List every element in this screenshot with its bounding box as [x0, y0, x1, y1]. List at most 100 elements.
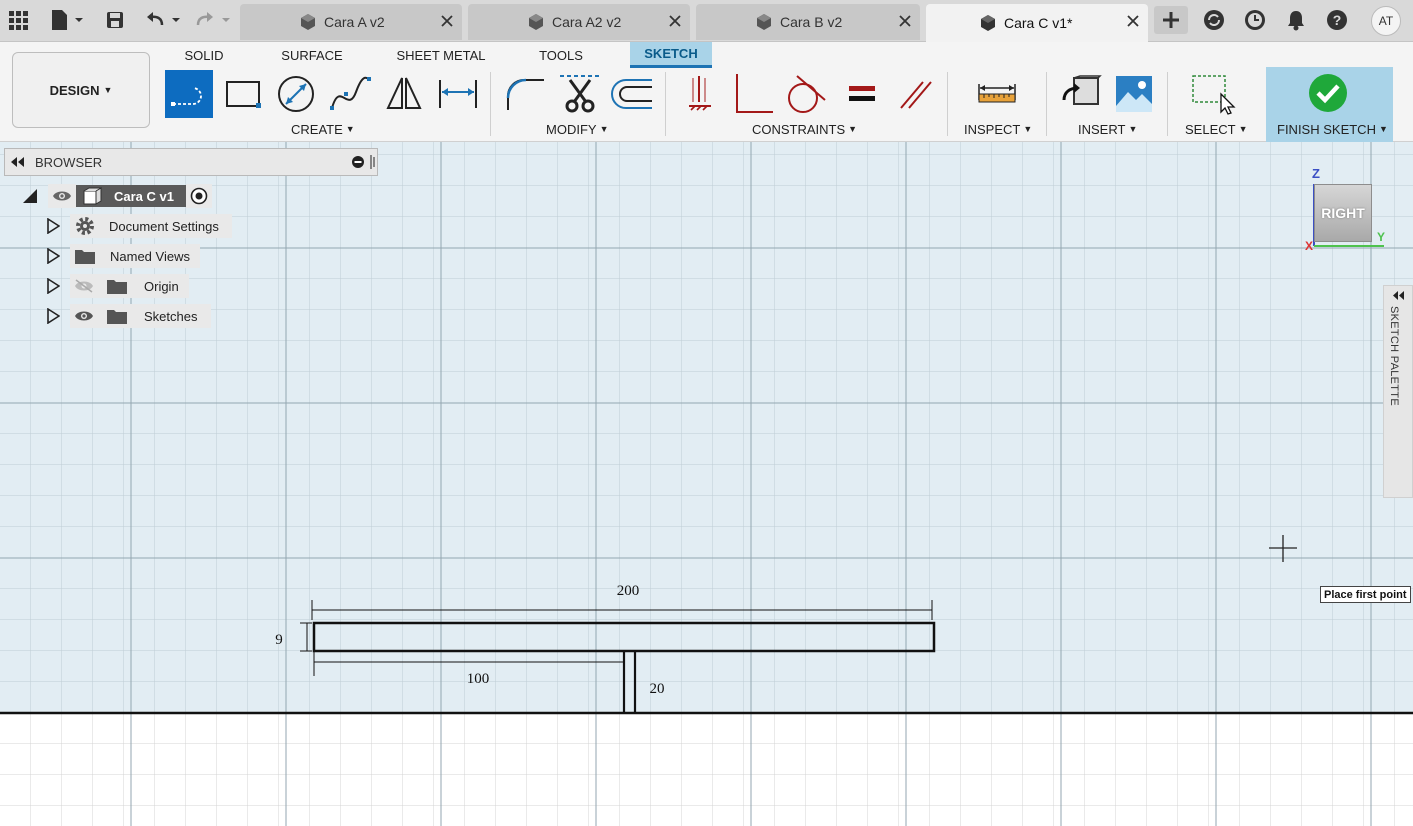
rectangle-icon	[226, 81, 261, 108]
tab-sketch[interactable]: SKETCH	[630, 42, 712, 68]
help-icon[interactable]: ?	[1325, 6, 1349, 34]
close-icon[interactable]	[668, 14, 682, 28]
finish-sketch-menu[interactable]: FINISH SKETCH ▼	[1277, 121, 1388, 137]
browser-header[interactable]: BROWSER	[4, 148, 378, 176]
sketch-palette-collapsed[interactable]: SKETCH PALETTE	[1383, 285, 1413, 498]
tab-cara-a2[interactable]: Cara A2 v2	[468, 4, 690, 40]
chevron-down-icon: ▼	[1378, 124, 1388, 134]
dimension-icon	[439, 80, 477, 108]
app-grid-icon[interactable]	[6, 6, 30, 34]
expand-left-icon[interactable]	[1393, 291, 1405, 300]
activate-radio-icon[interactable]	[190, 187, 208, 205]
parallel-icon	[900, 81, 932, 109]
collapse-left-icon[interactable]	[11, 157, 25, 167]
eye-hidden-icon[interactable]	[74, 279, 94, 293]
browser-root-item[interactable]: Cara C v1	[22, 184, 212, 208]
save-icon[interactable]	[104, 6, 126, 34]
tab-sheet-metal[interactable]: SHEET METAL	[390, 42, 492, 68]
window-select-button[interactable]	[1189, 70, 1237, 118]
pin-icon[interactable]	[369, 155, 375, 169]
group-divider	[1167, 72, 1168, 136]
document-tab-bar: Cara A v2 Cara A2 v2 Cara B v2 Cara C v1…	[0, 0, 1413, 42]
tab-cara-b[interactable]: Cara B v2	[696, 4, 920, 40]
mirror-icon	[386, 77, 422, 109]
sketch-canvas[interactable]: 200 9 100 20	[0, 142, 1413, 826]
tab-solid[interactable]: SOLID	[174, 42, 234, 68]
insert-derive-icon	[1062, 75, 1102, 105]
tab-cara-c[interactable]: Cara C v1*	[926, 4, 1148, 42]
constraints-menu[interactable]: CONSTRAINTS ▼	[752, 121, 857, 137]
circle-tool-button[interactable]	[272, 70, 320, 118]
parallel-constraint-button[interactable]	[891, 70, 939, 118]
file-menu-icon[interactable]	[48, 6, 86, 34]
sketch-grid: 200 9 100 20	[0, 142, 1413, 826]
browser-item-origin[interactable]: Origin	[46, 274, 189, 298]
toolbar-ribbon: DESIGN ▼ SOLID SURFACE SHEET METAL TOOLS…	[0, 42, 1413, 142]
fillet-icon	[506, 78, 544, 110]
create-menu[interactable]: CREATE ▼	[291, 121, 355, 137]
user-avatar[interactable]: AT	[1371, 6, 1401, 36]
chevron-down-icon: ▼	[103, 85, 113, 95]
offset-tool-button[interactable]	[608, 70, 656, 118]
chevron-down-icon: ▼	[599, 124, 609, 134]
tab-cara-a[interactable]: Cara A v2	[240, 4, 462, 40]
tangent-icon	[788, 75, 826, 113]
browser-item-sketches[interactable]: Sketches	[46, 304, 212, 328]
group-divider	[947, 72, 948, 136]
equal-constraint-button[interactable]	[837, 70, 885, 118]
insert-canvas-button[interactable]	[1110, 70, 1158, 118]
viewcube-face-label: RIGHT	[1321, 205, 1365, 221]
job-status-icon[interactable]	[1202, 6, 1226, 34]
viewcube[interactable]: RIGHT	[1314, 184, 1372, 242]
dimension-tool-button[interactable]	[434, 70, 482, 118]
undo-icon[interactable]	[144, 6, 184, 34]
expand-triangle-icon[interactable]	[46, 278, 60, 294]
browser-item-named-views[interactable]: Named Views	[46, 244, 200, 268]
inspect-menu[interactable]: INSPECT ▼	[964, 121, 1032, 137]
collapse-triangle-icon[interactable]	[22, 188, 38, 204]
clock-icon[interactable]	[1243, 6, 1267, 34]
spline-tool-button[interactable]	[326, 70, 374, 118]
expand-triangle-icon[interactable]	[46, 218, 60, 234]
tab-surface[interactable]: SURFACE	[272, 42, 352, 68]
select-menu[interactable]: SELECT ▼	[1185, 121, 1248, 137]
minimize-icon[interactable]	[352, 156, 364, 168]
browser-item-label: Document Settings	[109, 218, 219, 234]
checkmark-icon	[1309, 74, 1347, 112]
close-icon[interactable]	[440, 14, 454, 28]
component-icon	[757, 14, 771, 30]
eye-icon[interactable]	[74, 309, 94, 323]
new-tab-icon[interactable]	[1154, 6, 1188, 34]
fillet-tool-button[interactable]	[500, 70, 548, 118]
svg-text:?: ?	[1333, 12, 1342, 28]
browser-item-document-settings[interactable]: Document Settings	[46, 214, 232, 238]
modify-menu[interactable]: MODIFY ▼	[546, 121, 608, 137]
tab-tools[interactable]: TOOLS	[530, 42, 592, 68]
insert-menu[interactable]: INSERT ▼	[1078, 121, 1137, 137]
insert-derive-button[interactable]	[1058, 70, 1106, 118]
perpendicular-constraint-button[interactable]	[729, 70, 777, 118]
line-tool-button[interactable]	[165, 70, 213, 118]
tab-label: Cara A2 v2	[552, 14, 622, 30]
tab-label: Cara B v2	[780, 14, 843, 30]
mirror-tool-button[interactable]	[380, 70, 428, 118]
trim-tool-button[interactable]	[556, 70, 604, 118]
redo-icon[interactable]	[194, 6, 234, 34]
close-icon[interactable]	[1126, 14, 1140, 28]
rectangle-tool-button[interactable]	[219, 70, 267, 118]
close-icon[interactable]	[898, 14, 912, 28]
coincident-constraint-button[interactable]	[675, 70, 723, 118]
axis-z-label: Z	[1312, 166, 1320, 181]
coincident-icon	[689, 76, 711, 111]
expand-triangle-icon[interactable]	[46, 248, 60, 264]
bell-icon[interactable]	[1284, 6, 1308, 34]
component-icon	[981, 15, 995, 31]
expand-triangle-icon[interactable]	[46, 308, 60, 324]
eye-icon[interactable]	[52, 189, 72, 203]
select-box-icon	[1192, 75, 1236, 115]
workspace-switcher[interactable]: DESIGN ▼	[12, 52, 150, 128]
tangent-constraint-button[interactable]	[781, 70, 829, 118]
tab-label: Cara A v2	[324, 14, 385, 30]
dimension-100-label: 100	[467, 671, 490, 687]
measure-tool-button[interactable]	[973, 70, 1021, 118]
